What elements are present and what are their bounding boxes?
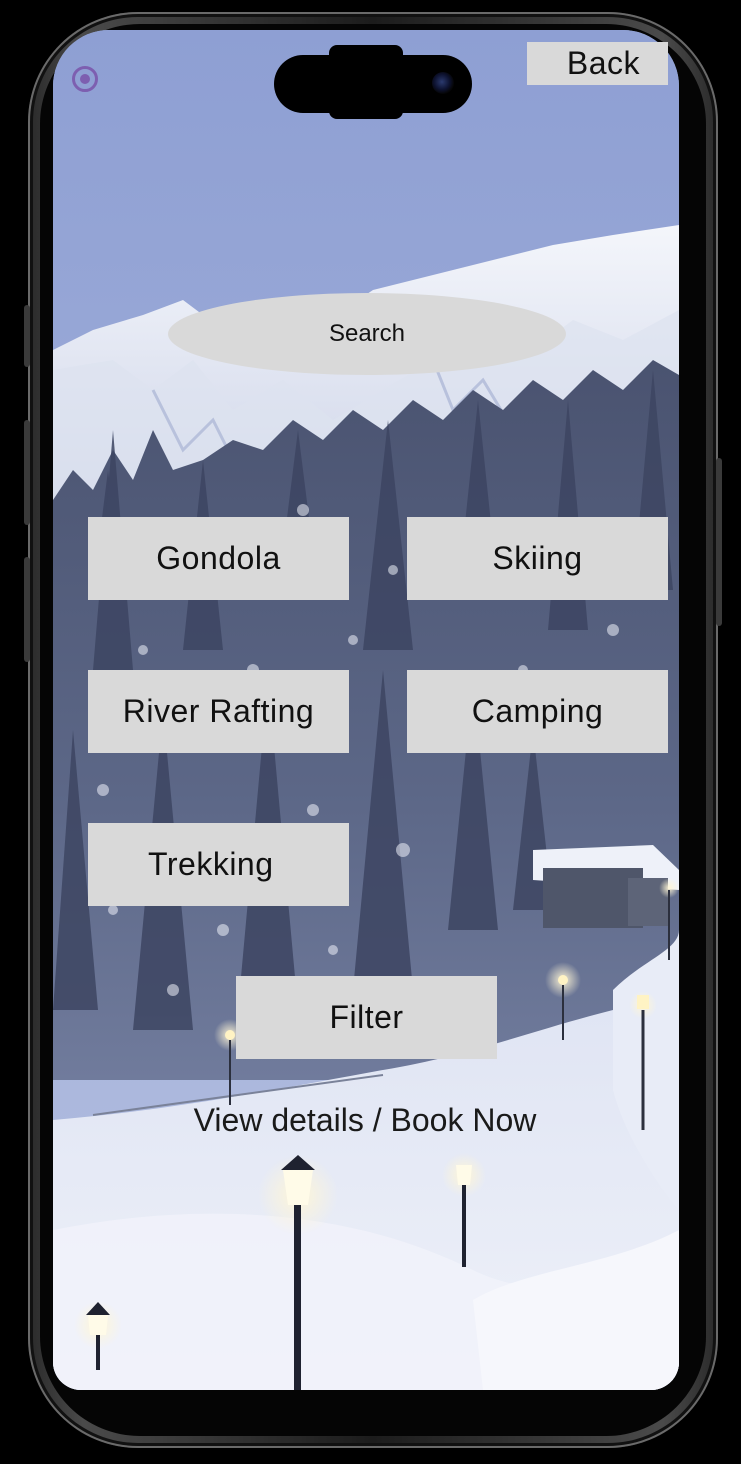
gondola-button[interactable]: Gondola [88,517,349,600]
search-field[interactable] [168,293,566,375]
view-details-book-now-link[interactable]: View details / Book Now [160,1098,570,1142]
radio-icon[interactable] [72,66,98,92]
search-input[interactable] [205,319,529,349]
volume-down-side-button [24,557,30,662]
trekking-button[interactable]: Trekking [88,823,349,906]
action-side-button [24,305,30,367]
back-button[interactable]: Back [527,42,668,85]
front-camera-icon [432,72,454,94]
camping-button[interactable]: Camping [407,670,668,753]
skiing-button[interactable]: Skiing [407,517,668,600]
river-rafting-button[interactable]: River Rafting [88,670,349,753]
volume-up-side-button [24,420,30,525]
filter-button[interactable]: Filter [236,976,497,1059]
power-side-button [716,458,722,626]
